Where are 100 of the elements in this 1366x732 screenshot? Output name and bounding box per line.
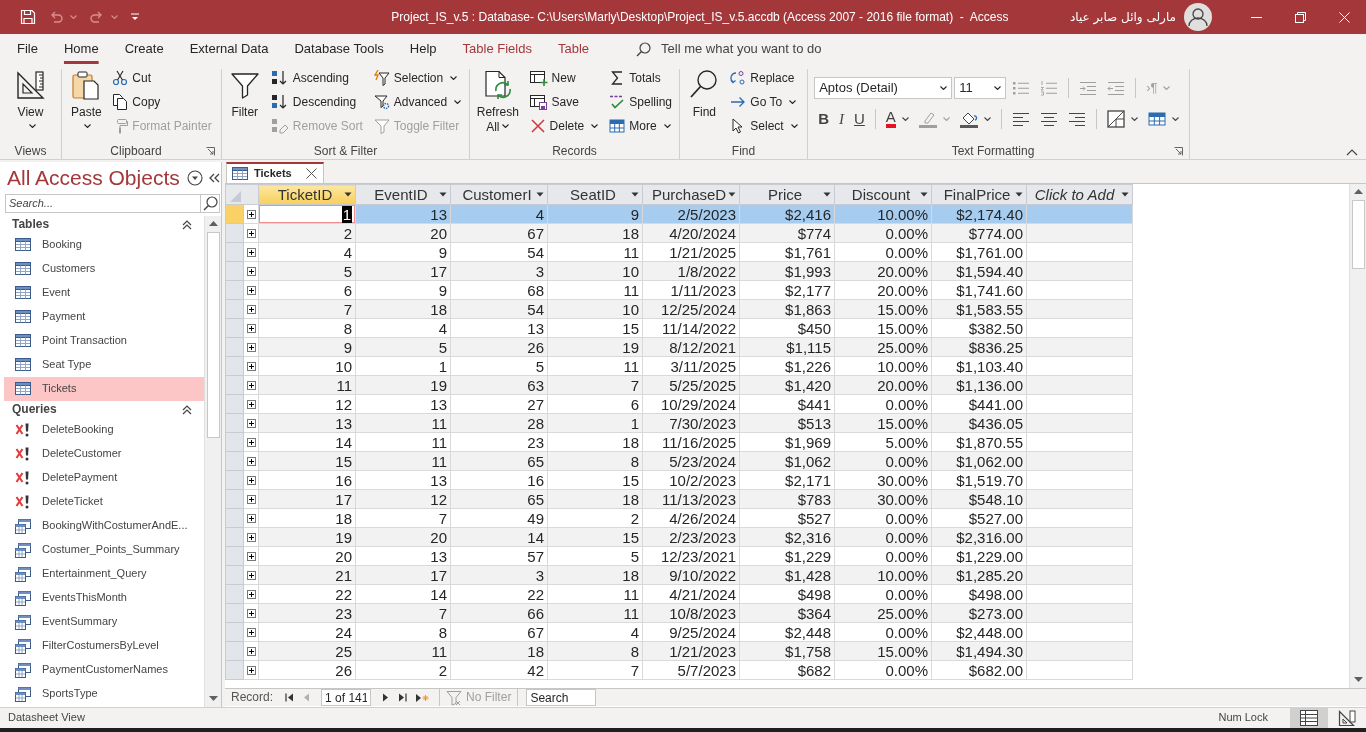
totals-button[interactable]: Totals	[606, 66, 675, 90]
scroll-down-icon[interactable]	[1353, 677, 1363, 682]
scrollbar-thumb[interactable]	[206, 232, 220, 438]
spelling-button[interactable]: Spelling	[606, 90, 675, 114]
refresh-all-button[interactable]: Refresh All	[474, 69, 522, 143]
expand-icon[interactable]	[246, 418, 256, 428]
nav-item[interactable]: PaymentCustomerNames	[4, 658, 204, 682]
nav-item[interactable]: Customers	[4, 257, 204, 281]
select-button[interactable]: Select	[727, 114, 801, 138]
dropdown-caret-icon[interactable]	[344, 192, 352, 197]
font-color-button[interactable]: A	[881, 108, 913, 130]
collapse-pane-icon[interactable]	[207, 172, 220, 184]
nav-item[interactable]: Tickets	[4, 377, 204, 401]
ribbon-tab[interactable]: File	[4, 34, 51, 64]
dropdown-caret-icon[interactable]	[920, 192, 928, 197]
customize-button[interactable]	[128, 11, 142, 23]
nav-group-header[interactable]: Queries	[4, 401, 204, 418]
underline-button[interactable]: U	[850, 108, 869, 130]
expand-icon[interactable]	[246, 247, 256, 257]
vertical-scrollbar[interactable]	[204, 216, 221, 707]
font-name-combo[interactable]: Aptos (Detail)	[814, 77, 953, 99]
descending-button[interactable]: Descending	[267, 90, 366, 114]
scrollbar-thumb[interactable]	[1351, 200, 1365, 269]
column-header[interactable]: TicketID	[258, 184, 356, 205]
delete-button[interactable]: Delete	[526, 114, 602, 138]
expand-icon[interactable]	[246, 437, 256, 447]
nav-item[interactable]: DeleteCustomer	[4, 442, 204, 466]
dropdown-caret-icon[interactable]	[536, 192, 544, 197]
expand-icon[interactable]	[246, 361, 256, 371]
collapse-ribbon-icon[interactable]	[1346, 148, 1358, 156]
search-field[interactable]: Search	[526, 689, 597, 706]
dropdown-caret-icon[interactable]	[631, 192, 639, 197]
nav-item[interactable]: SportsType	[4, 682, 204, 706]
column-header[interactable]: Click to Add	[1026, 184, 1133, 205]
ascending-button[interactable]: Ascending	[267, 66, 366, 90]
scroll-down-icon[interactable]	[208, 696, 218, 701]
expand-icon[interactable]	[246, 570, 256, 580]
expand-icon[interactable]	[246, 342, 256, 352]
expand-icon[interactable]	[246, 323, 256, 333]
user-avatar-icon[interactable]	[1184, 3, 1212, 31]
find-button[interactable]: Find	[686, 69, 723, 143]
nav-item[interactable]: DeletePayment	[4, 466, 204, 490]
ribbon-tab[interactable]: Help	[396, 34, 450, 64]
column-header[interactable]: EventID	[355, 184, 451, 205]
nav-item[interactable]: Seat Type	[4, 353, 204, 377]
ribbon-tab[interactable]: Home	[50, 34, 112, 64]
nav-group-header[interactable]: Tables	[4, 216, 204, 233]
bold-button[interactable]: B	[814, 108, 833, 130]
italic-button[interactable]: I	[835, 108, 848, 130]
nav-item[interactable]: Point Transaction	[4, 329, 204, 353]
paste-button[interactable]: Paste	[68, 69, 105, 143]
column-header[interactable]: CustomerI	[450, 184, 548, 205]
new-button[interactable]: New	[526, 66, 602, 90]
search-field[interactable]: Search...	[5, 194, 200, 213]
nav-item[interactable]: Event	[4, 281, 204, 305]
nav-item[interactable]: FilterCostumersByLevel	[4, 634, 204, 658]
column-header[interactable]: PurchaseD	[642, 184, 740, 205]
record-position-field[interactable]: 1 of 141	[321, 689, 372, 706]
expand-icon[interactable]	[246, 627, 256, 637]
column-header[interactable]: SeatID	[547, 184, 643, 205]
column-header[interactable]: FinalPrice	[931, 184, 1027, 205]
nav-item[interactable]: DeleteBooking	[4, 418, 204, 442]
replace-button[interactable]: Replace	[727, 66, 801, 90]
expand-icon[interactable]	[246, 475, 256, 485]
ribbon-tab[interactable]: External Data	[176, 34, 282, 64]
go-to-button[interactable]: Go To	[727, 90, 801, 114]
save-button[interactable]: Save	[526, 90, 602, 114]
copy-button[interactable]: Copy	[109, 90, 215, 114]
expand-icon[interactable]	[246, 380, 256, 390]
ribbon-tab[interactable]: Table Fields	[449, 34, 545, 64]
nav-item[interactable]: Booking	[4, 233, 204, 257]
nav-item[interactable]: Costumer_Points_Summary	[4, 538, 204, 562]
column-header[interactable]: Discount	[834, 184, 932, 205]
expand-icon[interactable]	[246, 551, 256, 561]
cut-button[interactable]: Cut	[109, 66, 215, 90]
ribbon-tab[interactable]: Create	[111, 34, 177, 64]
close-icon[interactable]	[305, 168, 317, 179]
expand-icon[interactable]	[246, 646, 256, 656]
nav-item[interactable]: EventsThisMonth	[4, 586, 204, 610]
nav-item[interactable]: EventSummary	[4, 610, 204, 634]
nav-item[interactable]: Entertainment_Query	[4, 562, 204, 586]
expand-icon[interactable]	[246, 532, 256, 542]
expand-icon[interactable]	[246, 228, 256, 238]
expand-icon[interactable]	[246, 266, 256, 276]
expand-icon[interactable]	[246, 285, 256, 295]
tell-me-field[interactable]: Tell me what you want to do	[661, 41, 891, 57]
expand-icon[interactable]	[246, 608, 256, 618]
scroll-up-icon[interactable]	[1353, 189, 1363, 194]
nav-item[interactable]: BookingWithCostumerAndE...	[4, 514, 204, 538]
expand-icon[interactable]	[246, 209, 256, 219]
scroll-up-icon[interactable]	[208, 221, 218, 226]
dropdown-caret-icon[interactable]	[728, 192, 736, 197]
dropdown-caret-icon[interactable]	[1121, 192, 1129, 197]
expand-icon[interactable]	[246, 665, 256, 675]
view-button[interactable]: View	[12, 69, 49, 143]
dialog-launcher-icon[interactable]	[1174, 146, 1183, 156]
expand-icon[interactable]	[246, 399, 256, 409]
dropdown-caret-icon[interactable]	[1015, 192, 1023, 197]
vertical-scrollbar[interactable]	[1349, 184, 1366, 688]
expand-icon[interactable]	[246, 304, 256, 314]
